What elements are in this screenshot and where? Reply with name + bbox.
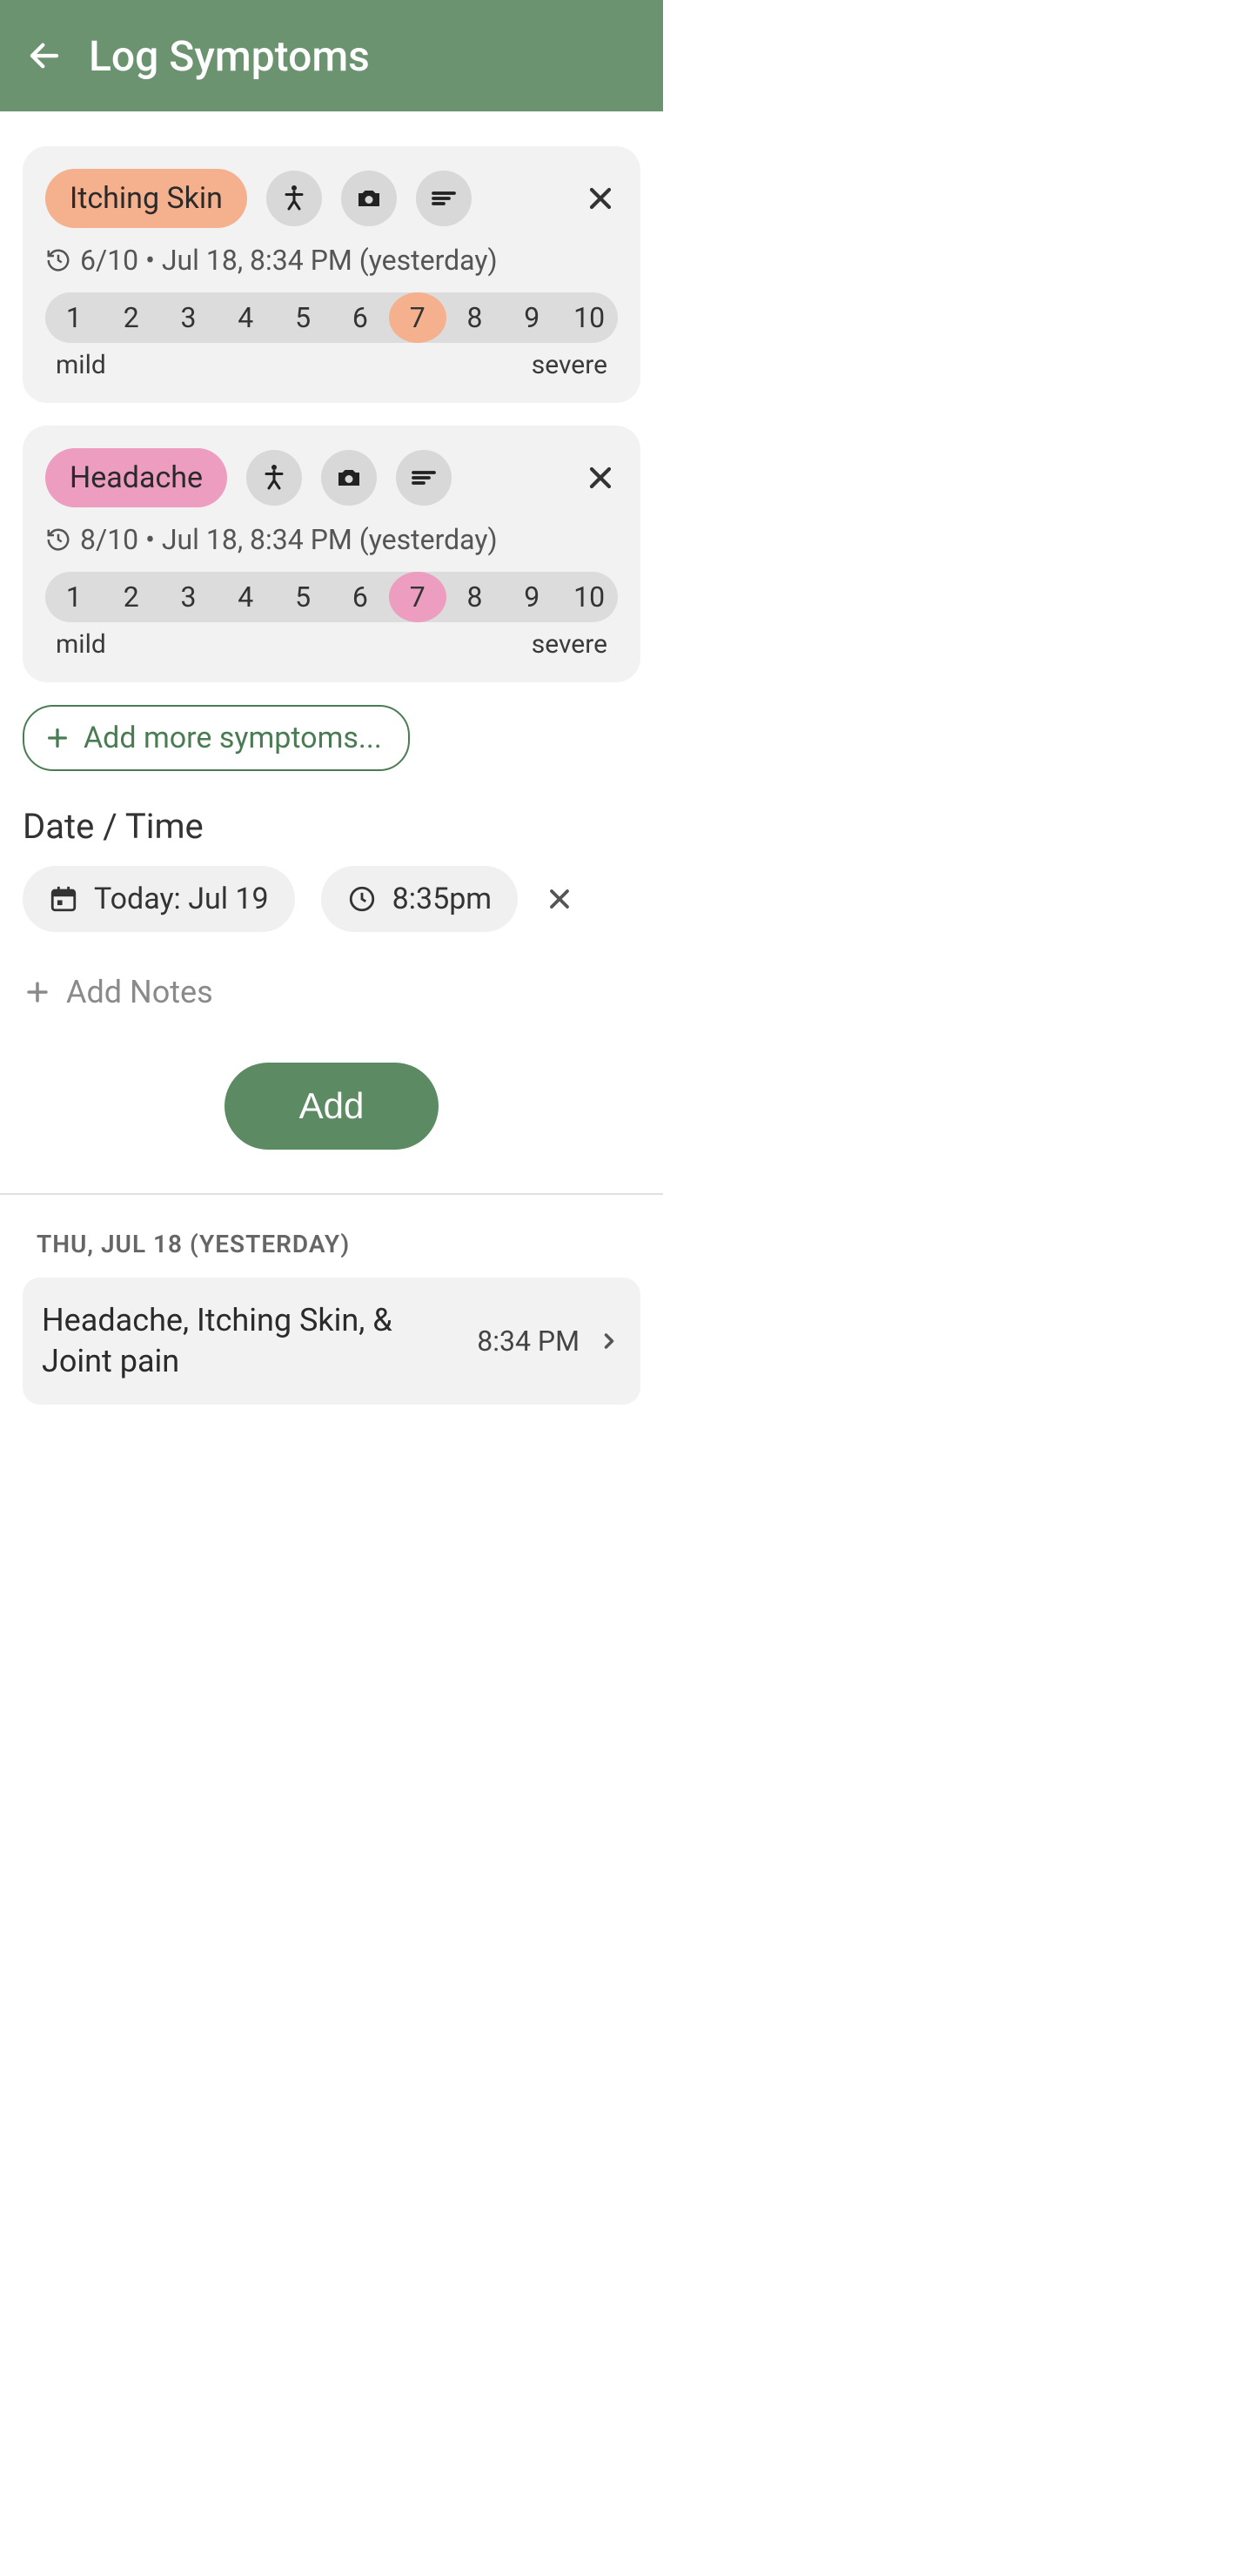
severity-cell-6[interactable]: 6 xyxy=(332,572,389,622)
calendar-icon xyxy=(49,884,78,914)
history-icon xyxy=(45,247,71,273)
symptom-history: 8/10 • Jul 18, 8:34 PM (yesterday) xyxy=(45,523,618,556)
symptom-name-pill[interactable]: Headache xyxy=(45,448,227,507)
page-title: Log Symptoms xyxy=(89,31,370,81)
severity-scale: 12345678910 xyxy=(45,572,618,622)
datetime-section-title: Date / Time xyxy=(23,806,640,847)
notes-icon xyxy=(428,183,459,214)
remove-symptom-button[interactable] xyxy=(583,181,618,216)
close-icon xyxy=(583,181,618,216)
back-button[interactable] xyxy=(26,37,63,74)
severity-cell-2[interactable]: 2 xyxy=(103,292,160,343)
notes-button[interactable] xyxy=(396,450,452,506)
clock-icon xyxy=(347,884,377,914)
symptom-header: Headache xyxy=(45,448,618,507)
accessibility-icon xyxy=(258,462,290,493)
plus-icon xyxy=(44,724,71,752)
datetime-row: Today: Jul 19 8:35pm xyxy=(23,866,640,932)
close-icon xyxy=(544,883,575,915)
camera-icon xyxy=(333,462,365,493)
severity-low-label: mild xyxy=(56,629,106,660)
date-chip[interactable]: Today: Jul 19 xyxy=(23,866,295,932)
symptom-card: Headache 8/10 • Jul 18, 8:34 PM (yesterda… xyxy=(23,426,640,682)
severity-cell-1[interactable]: 1 xyxy=(45,572,103,622)
severity-cell-6[interactable]: 6 xyxy=(332,292,389,343)
history-icon xyxy=(45,527,71,553)
app-header: Log Symptoms xyxy=(0,0,663,111)
arrow-left-icon xyxy=(26,37,63,74)
severity-cell-4[interactable]: 4 xyxy=(217,292,274,343)
time-chip[interactable]: 8:35pm xyxy=(321,866,518,932)
symptom-card: Itching Skin 6/10 • Jul 18, 8:34 PM (yest… xyxy=(23,146,640,403)
severity-cell-9[interactable]: 9 xyxy=(503,292,560,343)
add-notes-button[interactable]: Add Notes xyxy=(23,974,640,1010)
history-entry-text: Headache, Itching Skin, & Joint pain xyxy=(42,1300,459,1382)
time-chip-label: 8:35pm xyxy=(392,882,492,916)
severity-cell-9[interactable]: 9 xyxy=(503,572,560,622)
camera-button[interactable] xyxy=(321,450,377,506)
history-entry[interactable]: Headache, Itching Skin, & Joint pain 8:3… xyxy=(23,1278,640,1405)
severity-cell-3[interactable]: 3 xyxy=(160,572,218,622)
severity-high-label: severe xyxy=(532,629,607,660)
accessibility-icon xyxy=(278,183,310,214)
severity-cell-4[interactable]: 4 xyxy=(217,572,274,622)
add-button[interactable]: Add xyxy=(224,1063,439,1150)
severity-cell-5[interactable]: 5 xyxy=(274,292,332,343)
severity-labels: mild severe xyxy=(45,629,618,660)
severity-high-label: severe xyxy=(532,350,607,380)
clear-datetime-button[interactable] xyxy=(544,883,575,915)
severity-cell-2[interactable]: 2 xyxy=(103,572,160,622)
severity-labels: mild severe xyxy=(45,350,618,380)
notes-button[interactable] xyxy=(416,171,472,226)
symptom-history-text: 6/10 • Jul 18, 8:34 PM (yesterday) xyxy=(80,244,498,277)
add-more-label: Add more symptoms... xyxy=(84,721,382,755)
camera-button[interactable] xyxy=(341,171,397,226)
severity-cell-5[interactable]: 5 xyxy=(274,572,332,622)
severity-cell-7[interactable]: 7 xyxy=(389,572,446,622)
add-more-symptoms-button[interactable]: Add more symptoms... xyxy=(23,705,410,771)
severity-cell-8[interactable]: 8 xyxy=(446,292,504,343)
plus-icon xyxy=(23,977,52,1007)
severity-scale: 12345678910 xyxy=(45,292,618,343)
symptom-name-pill[interactable]: Itching Skin xyxy=(45,169,247,228)
symptom-header: Itching Skin xyxy=(45,169,618,228)
severity-cell-8[interactable]: 8 xyxy=(446,572,504,622)
severity-cell-10[interactable]: 10 xyxy=(560,292,618,343)
camera-icon xyxy=(353,183,385,214)
symptom-history: 6/10 • Jul 18, 8:34 PM (yesterday) xyxy=(45,244,618,277)
close-icon xyxy=(583,460,618,495)
date-chip-label: Today: Jul 19 xyxy=(94,882,269,916)
chevron-right-icon xyxy=(597,1329,621,1353)
add-notes-label: Add Notes xyxy=(66,974,213,1010)
main-content: Itching Skin 6/10 • Jul 18, 8:34 PM (yest… xyxy=(0,111,663,1422)
severity-cell-10[interactable]: 10 xyxy=(560,572,618,622)
accessibility-button[interactable] xyxy=(266,171,322,226)
history-date-header: THU, JUL 18 (YESTERDAY) xyxy=(37,1230,640,1258)
severity-cell-7[interactable]: 7 xyxy=(389,292,446,343)
accessibility-button[interactable] xyxy=(246,450,302,506)
remove-symptom-button[interactable] xyxy=(583,460,618,495)
symptom-history-text: 8/10 • Jul 18, 8:34 PM (yesterday) xyxy=(80,523,498,556)
severity-low-label: mild xyxy=(56,350,106,380)
severity-cell-1[interactable]: 1 xyxy=(45,292,103,343)
history-entry-time: 8:34 PM xyxy=(477,1325,580,1358)
section-divider xyxy=(0,1193,663,1195)
severity-cell-3[interactable]: 3 xyxy=(160,292,218,343)
notes-icon xyxy=(408,462,439,493)
